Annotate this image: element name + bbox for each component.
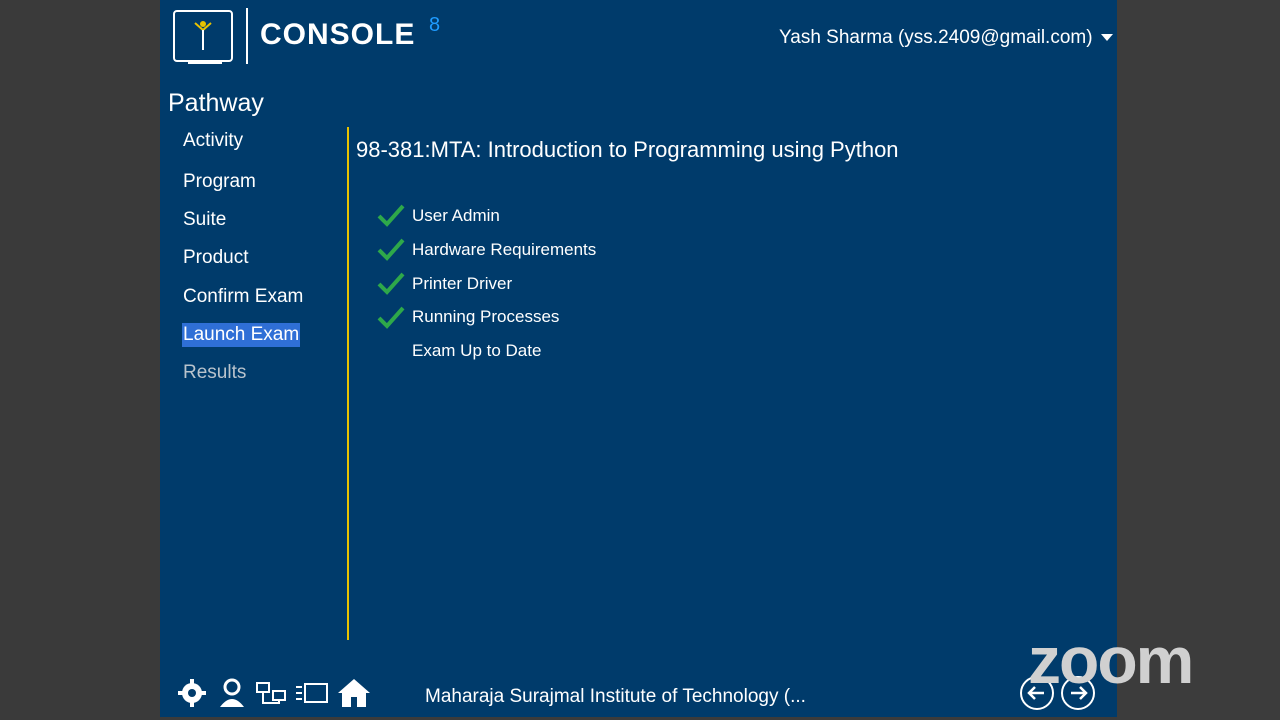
list-screen-icon[interactable] (294, 676, 330, 710)
console8-app: CONSOLE 8 Yash Sharma (yss.2409@gmail.co… (160, 0, 1117, 717)
header-divider (246, 8, 248, 64)
gear-icon[interactable] (176, 676, 208, 710)
right-letterbox (1117, 0, 1280, 720)
task-hardware-requirements: Hardware Requirements (412, 240, 597, 259)
chevron-down-icon[interactable] (1101, 34, 1113, 41)
task-printer-driver: Printer Driver (412, 274, 513, 293)
sidebar-item-activity[interactable]: Activity (182, 130, 244, 152)
checkmark-icon (377, 238, 405, 261)
sidebar-item-suite[interactable]: Suite (182, 209, 227, 231)
left-letterbox (0, 0, 160, 720)
sidebar-item-launch-exam[interactable]: Launch Exam (182, 323, 301, 347)
checkmark-icon (377, 306, 405, 329)
brand-name: CONSOLE (260, 18, 416, 51)
logo-stand (188, 62, 222, 64)
sidebar-item-confirm-exam[interactable]: Confirm Exam (182, 286, 304, 308)
sidebar-item-program[interactable]: Program (182, 171, 257, 193)
checkmark-icon (377, 272, 405, 295)
task-user-admin: User Admin (412, 206, 500, 225)
home-icon[interactable] (336, 676, 372, 710)
user-menu[interactable]: Yash Sharma (yss.2409@gmail.com) (779, 27, 1093, 49)
task-running-processes: Running Processes (412, 307, 560, 326)
checkmark-icon (377, 204, 405, 227)
exam-title: 98-381:MTA: Introduction to Programming … (356, 137, 899, 162)
content-divider (347, 127, 349, 640)
task-exam-up-to-date: Exam Up to Date (412, 341, 542, 360)
zoom-watermark: zoom (1028, 623, 1194, 697)
institution-name: Maharaja Surajmal Institute of Technolog… (425, 686, 806, 707)
sidebar-item-product[interactable]: Product (182, 247, 249, 269)
logo-icon (173, 10, 233, 62)
sidebar-title: Pathway (168, 89, 264, 117)
network-icon[interactable] (255, 676, 287, 710)
user-badge-icon[interactable] (217, 676, 247, 710)
brand-superscript: 8 (429, 14, 441, 36)
sidebar-item-results[interactable]: Results (182, 362, 247, 384)
